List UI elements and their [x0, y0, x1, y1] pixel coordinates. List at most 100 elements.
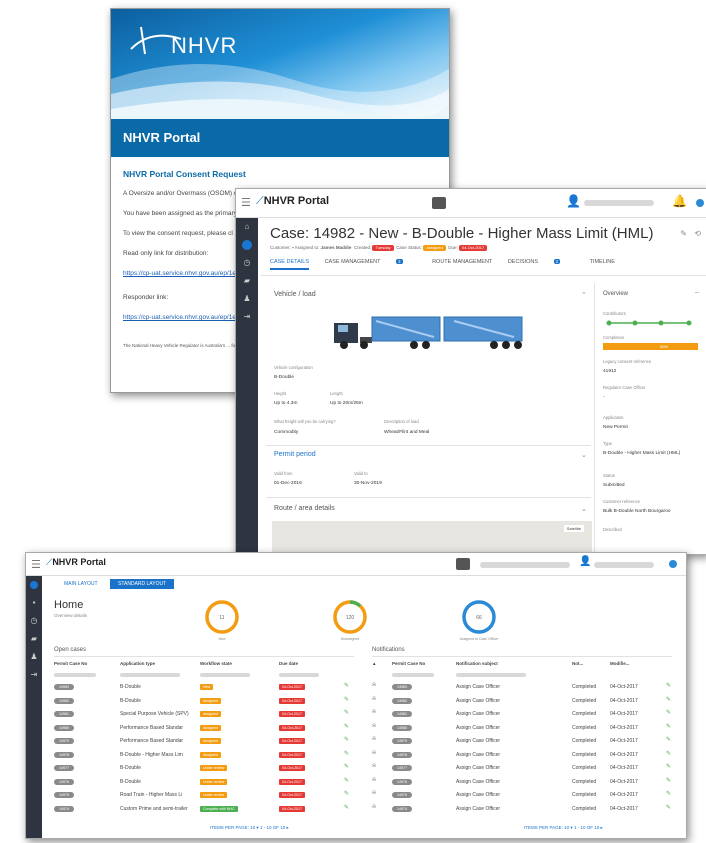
- case-id-pill[interactable]: 14979: [392, 738, 412, 744]
- menu-icon[interactable]: ☰: [241, 196, 251, 209]
- table-row[interactable]: 14981 Special Purpose Vehicle (SPV) Assign…: [54, 708, 354, 722]
- table-row[interactable]: ⍾ 14978 Assign Case Officer Completed 04-Oct…: [372, 749, 677, 763]
- case-id-pill[interactable]: 14980: [54, 724, 74, 731]
- edit-icon[interactable]: ✎: [666, 682, 671, 689]
- user-icon[interactable]: 👤: [579, 556, 591, 567]
- table-row[interactable]: 14976 B-Double Under review 04-Oct-2017 ✎: [54, 776, 354, 790]
- case-id-pill[interactable]: 14979: [54, 738, 74, 744]
- edit-icon[interactable]: ✎: [344, 777, 349, 784]
- notifications-pagination[interactable]: ITEMS PER PAGE: 10 ▾ 1 - 10 OF 10 ▸: [524, 825, 603, 831]
- case-id-pill[interactable]: 14982: [54, 697, 74, 704]
- collapse-icon[interactable]: –: [695, 289, 699, 296]
- table-row[interactable]: 14975 Road Train - Higher Mass Li Under re…: [54, 789, 354, 803]
- new-cases-donut[interactable]: 11: [202, 597, 242, 637]
- edit-icon[interactable]: ✎: [344, 736, 349, 743]
- column-header[interactable]: Not...: [572, 661, 583, 666]
- column-header[interactable]: Notification subject: [456, 661, 498, 666]
- bell-icon[interactable]: 🔔: [672, 194, 687, 208]
- table-row[interactable]: 14979 Performance Based Standar Assigned 04…: [54, 735, 354, 749]
- case-id-pill[interactable]: 14974: [54, 805, 74, 812]
- user-name[interactable]: [594, 562, 654, 568]
- edit-icon[interactable]: ✎: [344, 763, 349, 770]
- folder-nav-icon[interactable]: ▰: [236, 272, 258, 290]
- assigned-donut[interactable]: 66: [459, 597, 499, 637]
- tab-timeline[interactable]: TIMELINE: [590, 259, 615, 265]
- filter-input[interactable]: [120, 673, 180, 677]
- logout-nav-icon[interactable]: ⇥: [26, 666, 42, 684]
- column-header[interactable]: Modifie...: [610, 661, 630, 666]
- case-id-pill[interactable]: 14974: [392, 805, 412, 812]
- case-id-pill[interactable]: 14978: [392, 751, 412, 758]
- table-row[interactable]: ⍾ 14981 Assign Case Officer Completed 04-Oct…: [372, 708, 677, 722]
- table-row[interactable]: 14974 Custom Prime and semi-trailer Comple…: [54, 803, 354, 817]
- filter-input[interactable]: [392, 673, 434, 677]
- edit-icon[interactable]: ✎: [344, 790, 349, 797]
- user-name[interactable]: [584, 200, 654, 206]
- edit-icon[interactable]: ✎: [680, 229, 687, 238]
- folder-nav-icon[interactable]: ▰: [26, 630, 42, 648]
- clock-nav-icon[interactable]: ◷: [236, 254, 258, 272]
- tab-standard-layout[interactable]: STANDARD LAYOUT: [110, 579, 175, 589]
- case-id-pill[interactable]: 14975: [392, 792, 412, 798]
- edit-icon[interactable]: ✎: [666, 777, 671, 784]
- table-row[interactable]: ⍾ 14980 Assign Case Officer Completed 04-Oct…: [372, 722, 677, 736]
- filter-input[interactable]: [279, 673, 319, 677]
- case-id-pill[interactable]: 14983: [54, 684, 74, 690]
- column-header[interactable]: Permit Case No: [392, 661, 425, 666]
- case-id-pill[interactable]: 14981: [392, 711, 412, 717]
- cases-nav-icon[interactable]: [236, 236, 258, 254]
- logout-nav-icon[interactable]: ⇥: [236, 308, 258, 326]
- edit-icon[interactable]: ✎: [344, 723, 349, 730]
- tab-decisions[interactable]: DECISIONS 2: [508, 259, 574, 265]
- table-row[interactable]: 14983 B-Double New 04-Oct-2017 ✎: [54, 681, 354, 695]
- case-id-pill[interactable]: 14982: [392, 697, 412, 704]
- user-icon[interactable]: 👤: [566, 194, 581, 208]
- collapse-icon[interactable]: ⌄: [581, 505, 587, 513]
- column-header[interactable]: Permit Case No: [54, 661, 87, 666]
- edit-icon[interactable]: ✎: [344, 682, 349, 689]
- help-icon[interactable]: [696, 199, 704, 207]
- edit-icon[interactable]: ✎: [344, 696, 349, 703]
- person-nav-icon[interactable]: ♟: [26, 648, 42, 666]
- edit-icon[interactable]: ✎: [666, 723, 671, 730]
- table-row[interactable]: ⍾ 14979 Assign Case Officer Completed 04-Oct…: [372, 735, 677, 749]
- edit-icon[interactable]: ✎: [666, 736, 671, 743]
- unassigned-donut[interactable]: 120: [330, 597, 370, 637]
- edit-icon[interactable]: ✎: [666, 709, 671, 716]
- edit-icon[interactable]: ✎: [666, 763, 671, 770]
- table-row[interactable]: ⍾ 14974 Assign Case Officer Completed 04-Oct…: [372, 803, 677, 817]
- collapse-icon[interactable]: ⌄: [581, 451, 587, 459]
- column-header[interactable]: Workflow state: [200, 661, 232, 666]
- folder-icon[interactable]: [432, 197, 446, 209]
- edit-icon[interactable]: ✎: [666, 750, 671, 757]
- table-row[interactable]: ⍾ 14975 Assign Case Officer Completed 04-Oct…: [372, 789, 677, 803]
- table-row[interactable]: 14978 B-Double - Higher Mass Lim Assigned 0…: [54, 749, 354, 763]
- person-nav-icon[interactable]: ♟: [236, 290, 258, 308]
- case-id-pill[interactable]: 14977: [392, 765, 412, 771]
- edit-icon[interactable]: ✎: [344, 709, 349, 716]
- case-id-pill[interactable]: 14981: [54, 711, 74, 717]
- table-row[interactable]: 14977 B-Double Under review 04-Oct-2017 ✎: [54, 762, 354, 776]
- home-nav-icon[interactable]: [26, 576, 42, 594]
- satellite-toggle[interactable]: Satellite: [563, 525, 584, 532]
- case-id-pill[interactable]: 14983: [392, 684, 412, 690]
- case-id-pill[interactable]: 14976: [54, 778, 74, 785]
- table-row[interactable]: 14982 B-Double Assigned 04-Oct-2017 ✎: [54, 695, 354, 709]
- table-row[interactable]: ⍾ 14976 Assign Case Officer Completed 04-Oct…: [372, 776, 677, 790]
- table-row[interactable]: ⍾ 14982 Assign Case Officer Completed 04-Oct…: [372, 695, 677, 709]
- folder-icon[interactable]: [456, 558, 470, 570]
- tab-case-management[interactable]: CASE MANAGEMENT 3: [325, 259, 417, 265]
- tab-route-management[interactable]: ROUTE MANAGEMENT: [432, 259, 492, 265]
- case-id-pill[interactable]: 14977: [54, 765, 74, 771]
- table-row[interactable]: 14980 Performance Based Standar Assigned 04…: [54, 722, 354, 736]
- edit-icon[interactable]: ✎: [666, 804, 671, 811]
- edit-icon[interactable]: ✎: [666, 696, 671, 703]
- filter-input[interactable]: [456, 673, 526, 677]
- filter-input[interactable]: [54, 673, 96, 677]
- case-id-pill[interactable]: 14976: [392, 778, 412, 785]
- case-id-pill[interactable]: 14975: [54, 792, 74, 798]
- collapse-icon[interactable]: ⌃: [581, 291, 587, 299]
- history-icon[interactable]: ⟲: [694, 229, 701, 238]
- column-header[interactable]: Due date: [279, 661, 298, 666]
- open-cases-pagination[interactable]: ITEMS PER PAGE: 10 ▾ 1 - 10 OF 10 ▸: [210, 825, 289, 831]
